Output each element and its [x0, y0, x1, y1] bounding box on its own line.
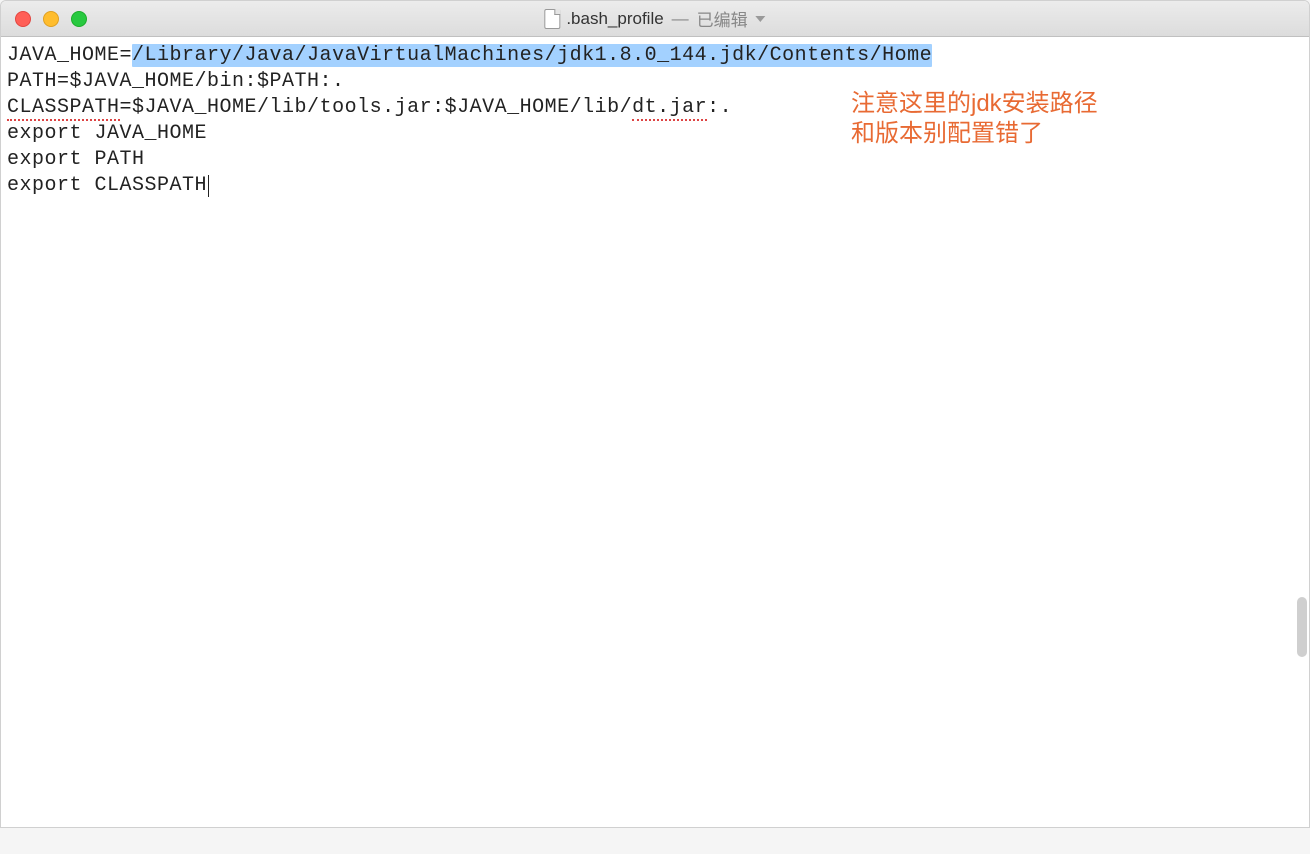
traffic-lights	[1, 11, 87, 27]
code-text: JAVA_HOME=	[7, 44, 132, 67]
highlighted-path[interactable]: /Library/Java/JavaVirtualMachines/jdk1.8…	[132, 44, 932, 67]
spell-underline: CLASSPATH	[7, 96, 120, 121]
code-content[interactable]: JAVA_HOME=/Library/Java/JavaVirtualMachi…	[1, 37, 1309, 205]
annotation-line-2: 和版本别配置错了	[851, 119, 1098, 149]
code-text: =$JAVA_HOME/lib/tools.jar:$JAVA_HOME/lib…	[120, 96, 633, 119]
code-line-4[interactable]: export JAVA_HOME	[7, 122, 207, 145]
window-title[interactable]: .bash_profile — 已编辑	[544, 6, 765, 31]
editor-window: .bash_profile — 已编辑 JAVA_HOME=/Library/J…	[0, 0, 1310, 828]
maximize-button[interactable]	[71, 11, 87, 27]
title-separator: —	[672, 9, 689, 29]
code-line-3[interactable]: CLASSPATH=$JAVA_HOME/lib/tools.jar:$JAVA…	[7, 96, 732, 121]
code-text: export CLASSPATH	[7, 174, 207, 197]
annotation-callout: 注意这里的jdk安装路径 和版本别配置错了	[851, 89, 1098, 149]
text-cursor	[208, 175, 209, 197]
title-filename: .bash_profile	[566, 9, 663, 29]
code-line-1[interactable]: JAVA_HOME=/Library/Java/JavaVirtualMachi…	[7, 44, 932, 67]
editor-area[interactable]: JAVA_HOME=/Library/Java/JavaVirtualMachi…	[1, 37, 1309, 827]
close-button[interactable]	[15, 11, 31, 27]
title-status: 已编辑	[697, 6, 748, 31]
titlebar[interactable]: .bash_profile — 已编辑	[1, 1, 1309, 37]
code-line-2[interactable]: PATH=$JAVA_HOME/bin:$PATH:.	[7, 70, 345, 93]
chevron-down-icon[interactable]	[756, 16, 766, 22]
code-line-5[interactable]: export PATH	[7, 148, 145, 171]
vertical-scrollbar[interactable]	[1297, 597, 1307, 657]
spell-underline: dt.jar	[632, 96, 707, 121]
file-icon	[544, 9, 560, 29]
annotation-line-1: 注意这里的jdk安装路径	[851, 89, 1098, 119]
code-line-6[interactable]: export CLASSPATH	[7, 174, 209, 197]
code-text: :.	[707, 96, 732, 119]
minimize-button[interactable]	[43, 11, 59, 27]
